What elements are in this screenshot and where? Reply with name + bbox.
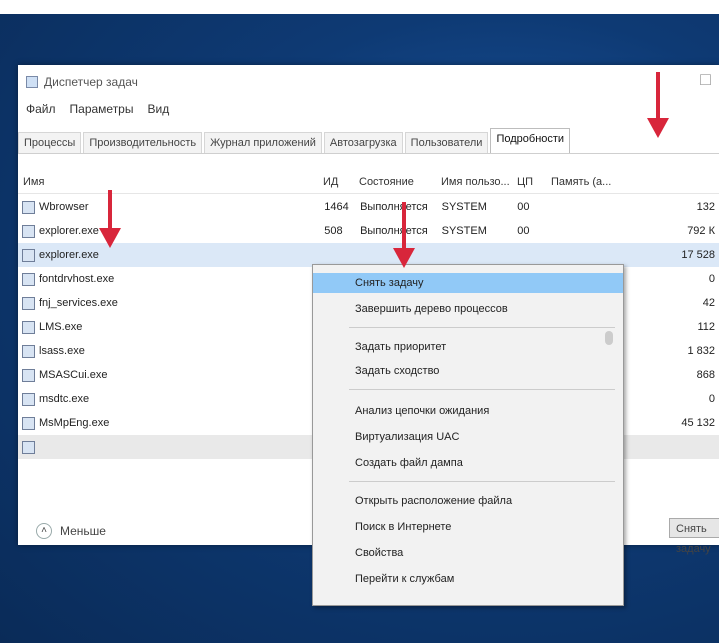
process-icon: [22, 320, 35, 334]
menu-separator: [349, 389, 615, 390]
chevron-up-icon: ˄: [36, 523, 52, 539]
process-name: LMS.exe: [39, 321, 83, 333]
context-menu: Снять задачу Завершить дерево процессов …: [312, 264, 624, 606]
process-memory: 792 К: [687, 225, 716, 237]
process-name: MSASCui.exe: [39, 369, 108, 381]
process-name: fontdrvhost.exe: [39, 273, 115, 285]
menu-item-set-priority[interactable]: Задать приоритет: [313, 337, 623, 357]
process-icon: [22, 440, 35, 454]
table-row[interactable]: explorer.exe 508 Выполняется SYSTEM 00 7…: [18, 219, 719, 243]
window-title: Диспетчер задач: [44, 75, 138, 89]
column-user[interactable]: Имя пользо...: [436, 173, 512, 193]
tab-strip: Процессы Производительность Журнал прило…: [18, 128, 719, 154]
menu-item-analyze-wait-chain[interactable]: Анализ цепочки ожидания: [313, 401, 623, 421]
tab-users[interactable]: Пользователи: [404, 132, 489, 153]
arrow-down-icon: [99, 190, 121, 248]
column-cpu[interactable]: ЦП: [512, 173, 546, 193]
process-icon: [22, 200, 35, 214]
process-name: fnj_services.exe: [39, 297, 118, 309]
tab-processes[interactable]: Процессы: [18, 132, 82, 153]
process-cpu: 00: [517, 201, 530, 213]
menu-item-end-task[interactable]: Снять задачу: [313, 273, 623, 293]
fewer-details-label: Меньше: [60, 524, 106, 538]
menu-item-set-affinity[interactable]: Задать сходство: [313, 361, 623, 381]
process-name: explorer.exe: [39, 249, 99, 261]
menu-item-uac-virtualization[interactable]: Виртуализация UAC: [313, 427, 623, 447]
process-name: MsMpEng.exe: [39, 417, 110, 429]
fewer-details-button[interactable]: ˄ Меньше: [36, 523, 106, 539]
process-user: SYSTEM: [441, 201, 487, 213]
process-icon: [22, 272, 35, 286]
process-memory: 132: [696, 201, 716, 213]
tab-performance[interactable]: Производительность: [83, 132, 203, 153]
process-name: lsass.exe: [39, 345, 85, 357]
column-status[interactable]: Состояние: [354, 173, 436, 193]
menu-view[interactable]: Вид: [147, 102, 169, 116]
process-cpu: 00: [517, 225, 530, 237]
column-pid[interactable]: ИД: [318, 173, 354, 193]
process-icon: [22, 344, 35, 358]
column-memory[interactable]: Память (а...: [546, 173, 719, 193]
process-pid: 508: [324, 225, 343, 237]
menu-item-end-process-tree[interactable]: Завершить дерево процессов: [313, 299, 623, 319]
menu-item-properties[interactable]: Свойства: [313, 543, 623, 563]
process-icon: [22, 416, 35, 430]
process-name: msdtc.exe: [39, 393, 90, 405]
process-pid: 1464: [324, 201, 349, 213]
process-user: SYSTEM: [441, 225, 487, 237]
process-icon: [22, 248, 35, 262]
arrow-down-icon: [647, 72, 669, 138]
top-caption-strip: [0, 0, 719, 14]
title-bar: Диспетчер задач: [26, 73, 138, 91]
menu-separator: [349, 481, 615, 482]
end-task-button[interactable]: Снять задачу: [669, 518, 719, 555]
tab-app-history[interactable]: Журнал приложений: [204, 132, 322, 153]
minimize-icon[interactable]: □: [700, 69, 711, 90]
arrow-down-icon: [393, 202, 415, 268]
column-header-row: Имя ИД Состояние Имя пользо... ЦП Память…: [18, 173, 719, 194]
process-name: explorer.exe: [39, 225, 99, 237]
process-icon: [22, 296, 35, 310]
menu-item-go-to-services[interactable]: Перейти к службам: [313, 569, 623, 589]
process-icon: [22, 392, 35, 406]
menu-item-open-file-location[interactable]: Открыть расположение файла: [313, 491, 623, 511]
process-icon: [22, 224, 35, 238]
column-name[interactable]: Имя: [18, 173, 318, 193]
menu-separator: [349, 327, 615, 328]
menu-options[interactable]: Параметры: [70, 102, 134, 116]
menu-bar: Файл Параметры Вид: [26, 102, 169, 116]
menu-item-create-dump[interactable]: Создать файл дампа: [313, 453, 623, 473]
tab-startup[interactable]: Автозагрузка: [323, 132, 403, 153]
menu-item-search-online[interactable]: Поиск в Интернете: [313, 517, 623, 537]
table-row[interactable]: Wbrowser 1464 Выполняется SYSTEM 00 132: [18, 195, 719, 219]
process-name: Wbrowser: [39, 201, 89, 213]
tab-details[interactable]: Подробности: [490, 128, 571, 153]
menu-file[interactable]: Файл: [26, 102, 56, 116]
process-icon: [22, 368, 35, 382]
task-manager-icon: [26, 76, 38, 88]
process-memory: 17 528: [681, 249, 716, 261]
